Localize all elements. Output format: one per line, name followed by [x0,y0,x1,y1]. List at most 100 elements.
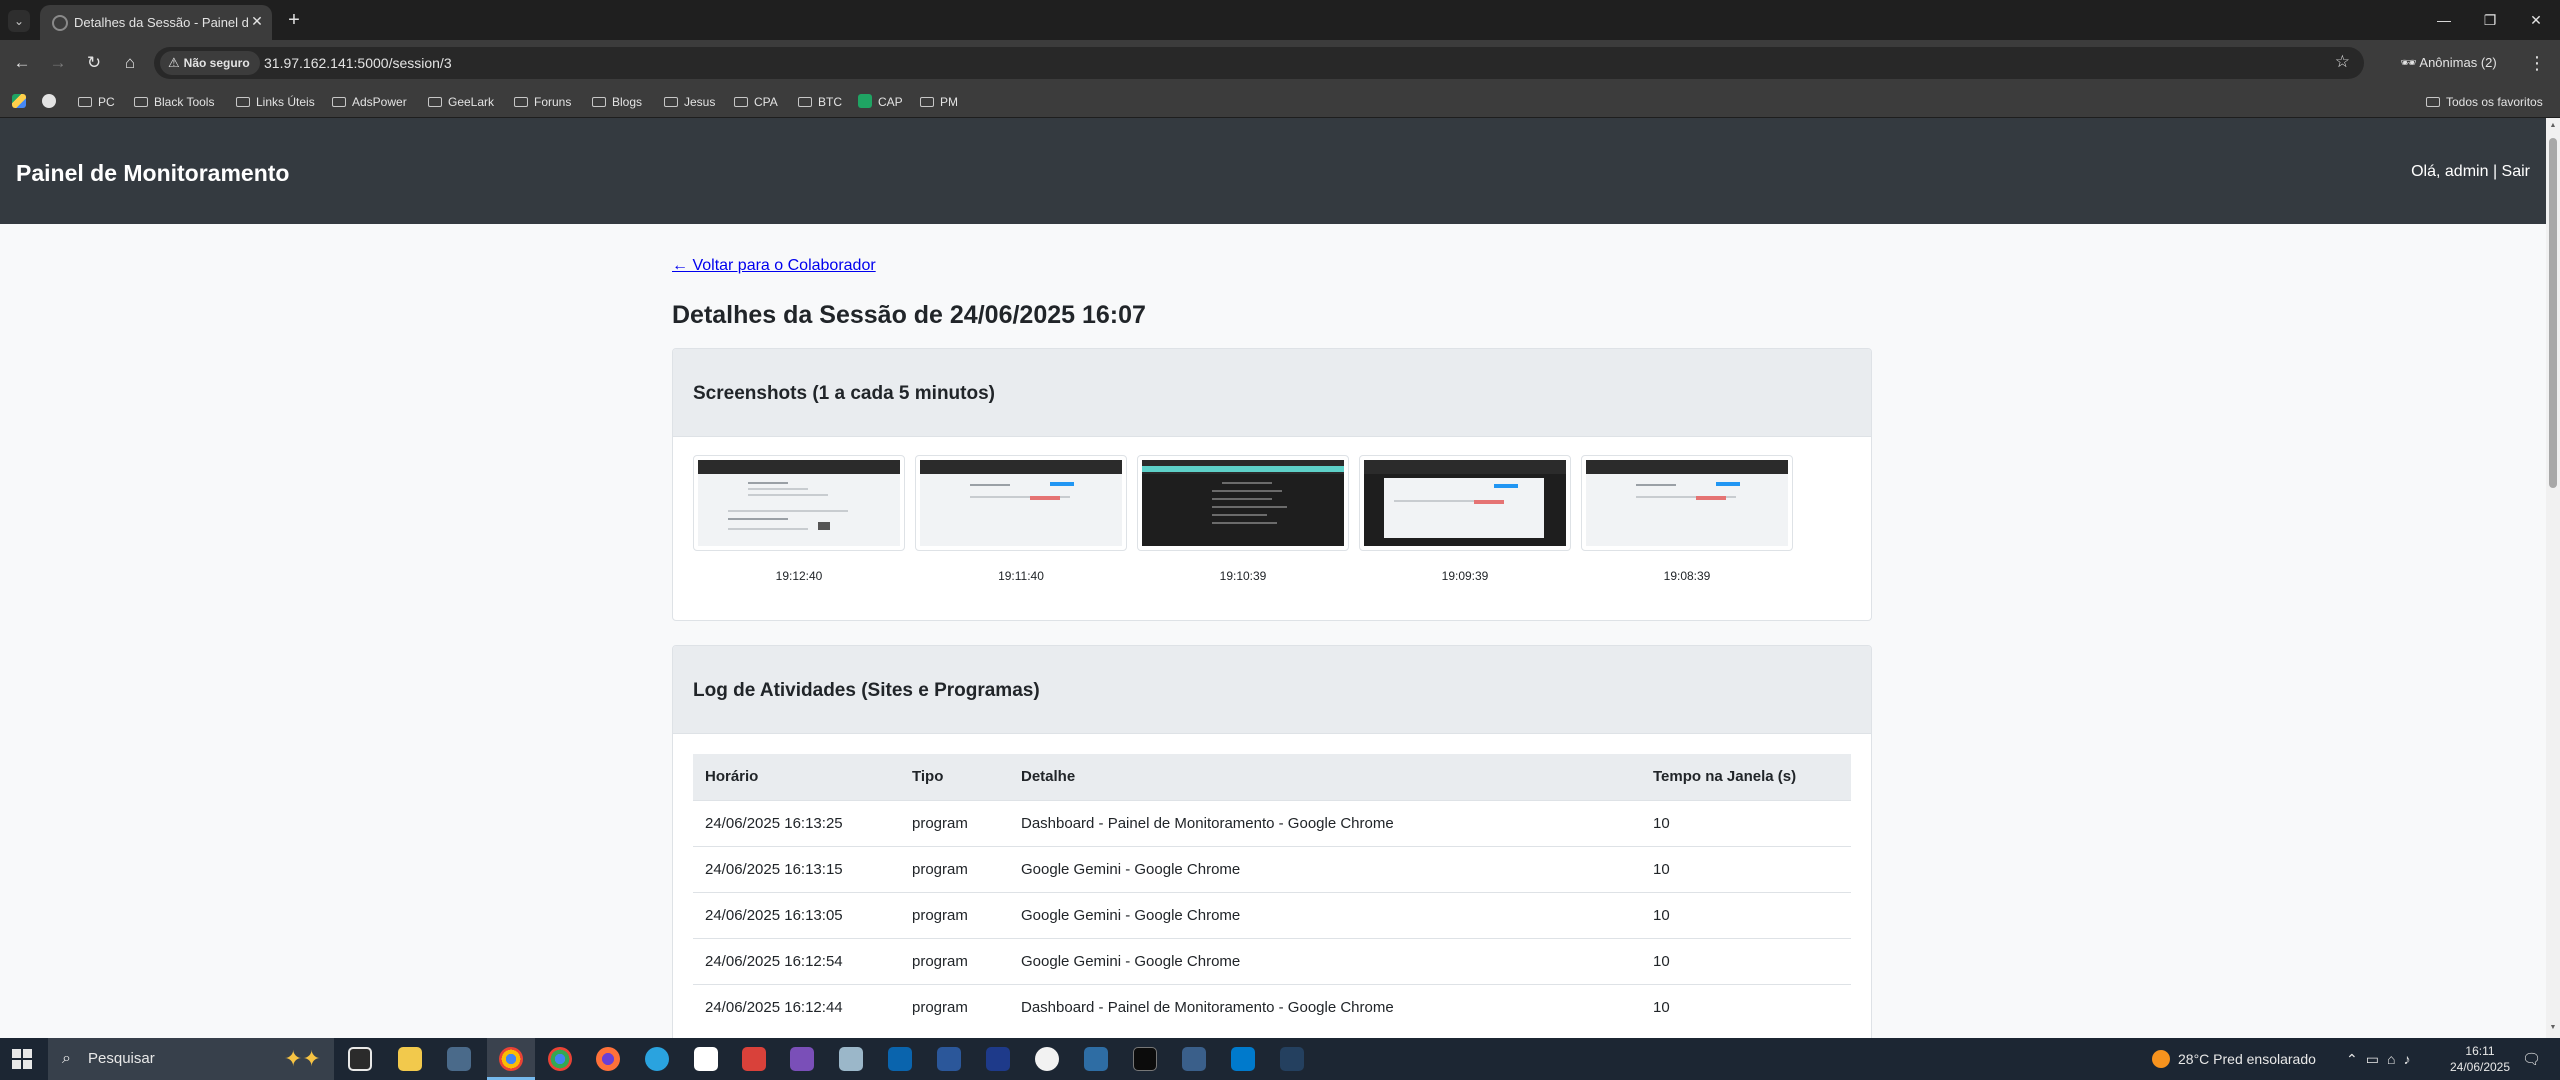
folder-icon [920,97,934,107]
file-explorer-icon[interactable] [398,1047,422,1071]
incognito-indicator[interactable]: 🕶 Anônimas (2) [2400,50,2497,76]
logout-link[interactable]: Sair [2502,163,2530,180]
cell-window-time: 10 [1641,891,1851,938]
screenshot-thumbnail[interactable] [693,455,905,551]
outlook-icon[interactable] [888,1047,912,1071]
tray-app-icon[interactable]: ▭ [2366,1051,2387,1067]
bookmark-folder-foruns[interactable]: Foruns [514,93,571,111]
screenshot-thumbnail[interactable] [1359,455,1571,551]
screenshot-time: 19:12:40 [775,569,823,583]
bookmark-folder-links-uteis[interactable]: Links Úteis [236,93,315,111]
table-row: 24/06/2025 16:13:05 program Google Gemin… [693,891,1851,938]
cell-window-time: 10 [1641,845,1851,892]
app-red-icon[interactable] [742,1047,766,1071]
word-icon[interactable] [937,1047,961,1071]
bookmark-folder-pm[interactable]: PM [920,93,958,111]
calculator-icon[interactable] [447,1047,471,1071]
screenshot-thumbnail[interactable] [1581,455,1793,551]
tray-chevron-icon[interactable]: ⌃ [2346,1051,2366,1067]
bookmark-folder-pc[interactable]: PC [78,93,115,111]
bookmark-folder-geelark[interactable]: GeeLark [428,93,494,111]
chrome-icon[interactable] [499,1047,523,1071]
app-purple-icon[interactable] [790,1047,814,1071]
screenshot-thumbnail[interactable] [1137,455,1349,551]
security-chip[interactable]: ⚠ Não seguro [160,51,260,75]
notion-icon[interactable] [694,1047,718,1071]
screenshot-item[interactable]: 19:10:39 [1137,455,1349,583]
notification-icon[interactable]: 🗨 [2522,1050,2541,1068]
screenshot-item[interactable]: 19:09:39 [1359,455,1571,583]
clock-time: 16:11 [2465,1044,2495,1058]
bookmark-folder-adspower[interactable]: AdsPower [332,93,407,111]
google-drive-icon[interactable] [12,93,26,111]
app-pen2-icon[interactable] [1280,1047,1304,1071]
network-icon[interactable]: ⌂ [2387,1051,2403,1067]
bookmark-sheet-cap[interactable]: CAP [858,93,903,111]
folder-icon [78,97,92,107]
new-tab-button[interactable]: + [282,8,306,32]
system-tray[interactable]: ⌃▭⌂♪ [2346,1038,2418,1080]
taskbar-clock[interactable]: 16:11 24/06/2025 [2440,1043,2520,1075]
scroll-down-icon[interactable]: ▼ [2549,1024,2557,1031]
back-to-collaborator-link[interactable]: ← Voltar para o Colaborador [672,257,876,275]
firefox-icon[interactable] [596,1047,620,1071]
globe-icon [52,15,68,31]
screenshot-item[interactable]: 19:08:39 [1581,455,1793,583]
windows-start-icon[interactable] [12,1049,32,1069]
close-window-icon[interactable]: ✕ [2518,6,2554,34]
app-pen-icon[interactable] [839,1047,863,1071]
bookmark-folder-btc[interactable]: BTC [798,93,842,111]
bookmark-folder-jesus[interactable]: Jesus [664,93,715,111]
scroll-up-icon[interactable]: ▲ [2549,122,2557,129]
table-row: 24/06/2025 16:12:54 program Google Gemin… [693,937,1851,984]
weather-sun-icon [2152,1050,2170,1068]
weather-widget[interactable]: 28°C Pred ensolarado [2152,1038,2316,1080]
minimize-icon[interactable]: — [2426,6,2462,34]
vscode-icon[interactable] [1231,1047,1255,1071]
all-bookmarks-folder[interactable]: Todos os favoritos [2426,93,2543,111]
app-tools-icon[interactable] [1182,1047,1206,1071]
screenshot-time: 19:08:39 [1663,569,1711,583]
url-text[interactable]: 31.97.162.141:5000/session/3 [264,55,452,71]
reload-icon[interactable]: ↻ [82,51,106,75]
cell-window-time: 10 [1641,937,1851,984]
app-circle-icon[interactable] [1035,1047,1059,1071]
folder-icon [734,97,748,107]
back-icon[interactable]: ← [10,51,34,75]
cell-time: 24/06/2025 16:13:05 [693,891,900,938]
volume-icon[interactable]: ♪ [2403,1051,2418,1067]
cell-type: program [900,799,1009,846]
tab-search-chevron-icon[interactable]: ⌄ [8,10,30,32]
app-title: Painel de Monitoramento [16,160,290,186]
bookmarks-bar: PC Black Tools Links Úteis AdsPower GeeL… [0,86,2560,118]
browser-toolbar: ← → ↻ ⌂ ⚠ Não seguro 31.97.162.141:5000/s… [0,40,2560,86]
bookmark-folder-cpa[interactable]: CPA [734,93,778,111]
folder-icon [664,97,678,107]
folder-icon [236,97,250,107]
table-row: 24/06/2025 16:13:25 program Dashboard - … [693,799,1851,846]
app-teste-icon[interactable] [1084,1047,1108,1071]
screenshot-item[interactable]: 19:11:40 [915,455,1127,583]
taskbar-search[interactable]: ⌕ Pesquisar ✦✦ [48,1038,334,1080]
page-scrollbar[interactable]: ▲ ▼ [2546,118,2560,1038]
screenshot-time: 19:10:39 [1219,569,1267,583]
scrollbar-thumb[interactable] [2549,138,2557,488]
screenshot-item[interactable]: 19:12:40 [693,455,905,583]
more-menu-icon[interactable]: ⋮ [2528,51,2546,75]
address-bar[interactable]: ⚠ Não seguro 31.97.162.141:5000/session/3… [154,47,2364,79]
bookmark-folder-black-tools[interactable]: Black Tools [134,93,214,111]
bookmark-app-icon[interactable] [42,93,56,111]
forward-icon[interactable]: → [46,51,70,75]
close-tab-icon[interactable]: ✕ [248,12,266,30]
bookmark-star-icon[interactable]: ☆ [2335,52,2350,72]
task-view-icon[interactable] [348,1047,372,1071]
screenshot-thumbnail[interactable] [915,455,1127,551]
home-icon[interactable]: ⌂ [118,51,142,75]
browser-tab-active[interactable]: Detalhes da Sessão - Painel de Monitoram… [40,5,272,40]
chrome-profile-icon[interactable] [548,1047,572,1071]
app-blue-icon[interactable] [986,1047,1010,1071]
telegram-icon[interactable] [645,1047,669,1071]
bookmark-folder-blogs[interactable]: Blogs [592,93,642,111]
restore-icon[interactable]: ❐ [2472,6,2508,34]
terminal-icon[interactable] [1133,1047,1157,1071]
